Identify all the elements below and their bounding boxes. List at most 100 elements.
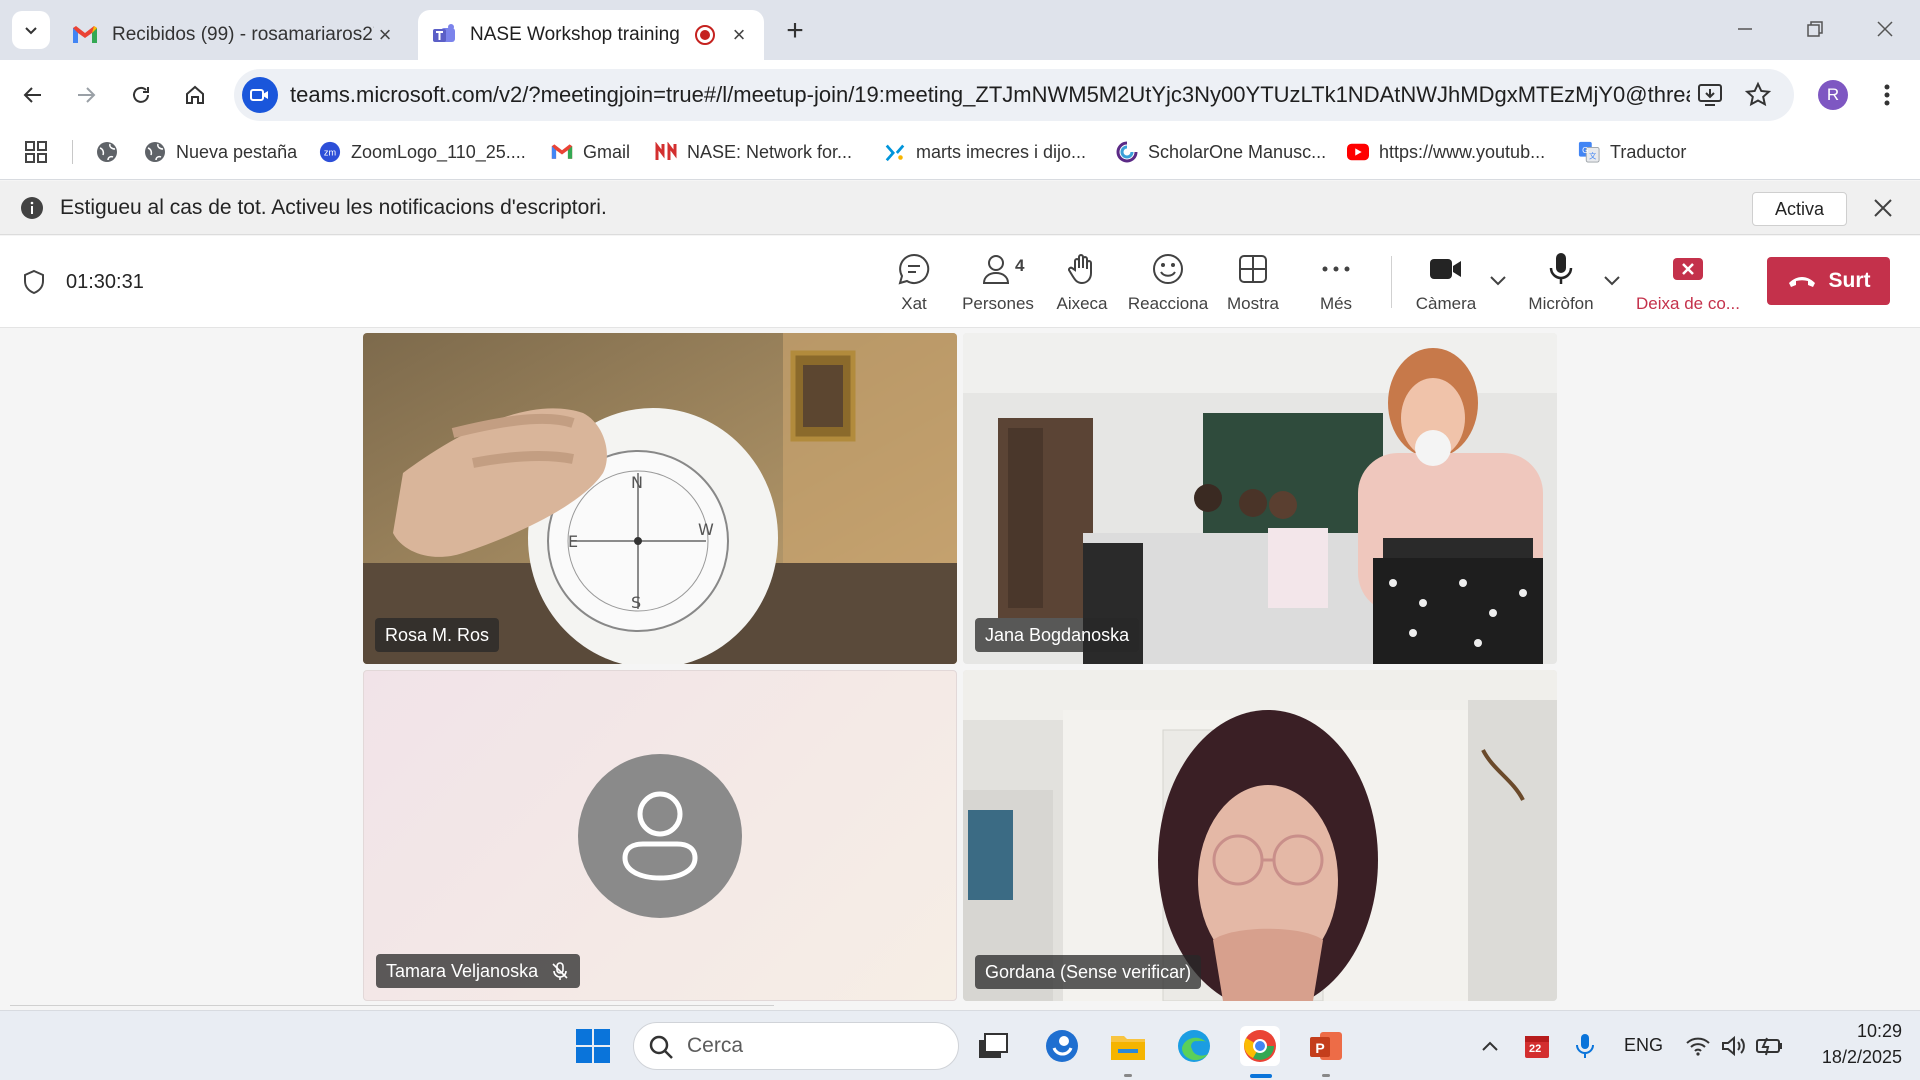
view-button[interactable]: Mostra: [1213, 252, 1293, 318]
clock-time[interactable]: 10:29: [1840, 1021, 1902, 1042]
forward-icon[interactable]: [69, 78, 103, 112]
video-feed-rosa: N S E W: [363, 333, 957, 664]
bookmark-new-tab[interactable]: Nueva pestaña: [144, 130, 297, 174]
shield-icon[interactable]: [22, 269, 46, 295]
windows-taskbar: Cerca P 22 ENG 10:29 18/2/2025: [0, 1010, 1920, 1080]
react-button[interactable]: Reacciona: [1128, 252, 1208, 318]
apps-grid-icon[interactable]: [24, 130, 48, 174]
tab-title: Recibidos (99) - rosamariaros27: [112, 24, 374, 45]
chat-button[interactable]: Xat: [874, 252, 954, 318]
close-notification-icon[interactable]: [1870, 195, 1896, 221]
camera-button[interactable]: Càmera: [1406, 252, 1486, 318]
tab-title: NASE Workshop training | M: [470, 24, 682, 45]
leave-button[interactable]: Surt: [1767, 257, 1890, 305]
chrome-icon[interactable]: [1240, 1026, 1280, 1066]
bookmark-label: NASE: Network for...: [687, 141, 853, 162]
home-icon[interactable]: [178, 78, 212, 112]
chevron-up-icon[interactable]: [1470, 1026, 1510, 1066]
meeting-timer: 01:30:31: [66, 271, 144, 293]
powerpoint-icon[interactable]: P: [1306, 1026, 1346, 1066]
browser-toolbar: teams.microsoft.com/v2/?meetingjoin=true…: [0, 60, 1920, 130]
camera-options-chevron-icon[interactable]: [1489, 274, 1507, 286]
participant-tile-jana[interactable]: Jana Bogdanoska: [963, 333, 1557, 664]
calendar-badge: 22: [1529, 1043, 1542, 1055]
info-icon: [20, 196, 44, 220]
video-camera-icon: [1429, 252, 1463, 286]
camera-label: Càmera: [1415, 294, 1477, 313]
microphone-button[interactable]: Micròfon: [1521, 252, 1601, 318]
taskbar-search[interactable]: Cerca: [633, 1022, 959, 1070]
bookmark-label: Traductor: [1610, 141, 1687, 162]
nase-icon: [655, 141, 677, 163]
edge-icon[interactable]: [1174, 1026, 1214, 1066]
language-indicator[interactable]: ENG: [1624, 1035, 1663, 1056]
people-button[interactable]: 4 Persones: [958, 252, 1038, 318]
bookmark-traductor[interactable]: G文 Traductor: [1578, 130, 1686, 174]
file-explorer-icon[interactable]: [1108, 1026, 1148, 1066]
gmail-icon: [551, 141, 573, 163]
back-icon[interactable]: [16, 78, 50, 112]
tab-gmail[interactable]: Recibidos (99) - rosamariaros27 ×: [58, 10, 410, 60]
notification-text: Estigueu al cas de tot. Activeu les noti…: [60, 196, 607, 219]
calendar-app-icon[interactable]: 22: [1517, 1026, 1557, 1066]
more-button[interactable]: Més: [1296, 252, 1376, 318]
bookmark-zoomlogo[interactable]: zm ZoomLogo_110_25....: [319, 130, 526, 174]
address-bar[interactable]: teams.microsoft.com/v2/?meetingjoin=true…: [234, 69, 1794, 121]
teams-taskbar-icon[interactable]: [1042, 1026, 1082, 1066]
participant-name: Rosa M. Ros: [375, 618, 500, 652]
bookmark-label: marts imecres i dijo...: [916, 141, 1087, 162]
tab-search-button[interactable]: [12, 11, 50, 49]
video-feed-jana: [963, 333, 1557, 664]
view-label: Mostra: [1227, 294, 1279, 313]
participant-tile-rosa[interactable]: N S E W Rosa M. Ros: [363, 333, 957, 664]
new-tab-button[interactable]: +: [778, 14, 812, 48]
battery-icon[interactable]: [1750, 1026, 1790, 1066]
volume-icon[interactable]: [1714, 1026, 1754, 1066]
bookmark-label: Nueva pestaña: [176, 141, 298, 162]
windows-start-icon[interactable]: [573, 1026, 613, 1066]
close-window-icon[interactable]: [1870, 14, 1900, 44]
chat-icon: [897, 252, 931, 286]
task-view-icon[interactable]: [973, 1026, 1013, 1066]
bookmark-star-icon[interactable]: [1744, 81, 1772, 109]
svg-text:W: W: [698, 520, 714, 539]
gmail-icon: [72, 25, 98, 45]
participant-tile-tamara[interactable]: Tamara Veljanoska: [363, 670, 957, 1001]
activate-notifications-button[interactable]: Activa: [1752, 192, 1847, 226]
tab-teams-meeting[interactable]: NASE Workshop training | M ×: [418, 10, 764, 60]
restore-icon[interactable]: [1800, 14, 1830, 44]
people-icon: 4: [981, 252, 1024, 286]
clock-date[interactable]: 18/2/2025: [1800, 1047, 1902, 1068]
bookmarks-divider: [72, 140, 73, 164]
mic-options-chevron-icon[interactable]: [1603, 274, 1621, 286]
svg-text:E: E: [568, 532, 578, 551]
raise-hand-button[interactable]: Aixeca: [1042, 252, 1122, 318]
participant-name: Gordana (Sense verificar): [975, 955, 1202, 989]
install-app-icon[interactable]: [1696, 81, 1724, 109]
close-tab-icon[interactable]: ×: [728, 22, 750, 47]
more-menu-icon[interactable]: [1872, 80, 1902, 110]
toolbar-divider: [1391, 256, 1392, 308]
microphone-tray-icon[interactable]: [1565, 1026, 1605, 1066]
reload-icon[interactable]: [124, 78, 158, 112]
bookmark-label: https://www.youtub...: [1379, 141, 1546, 162]
bookmark-marts[interactable]: marts imecres i dijo...: [884, 130, 1086, 174]
microphone-icon: [1548, 252, 1574, 286]
close-tab-icon[interactable]: ×: [374, 22, 396, 47]
stop-sharing-button[interactable]: Deixa de co...: [1632, 252, 1744, 318]
profile-avatar[interactable]: R: [1818, 80, 1848, 110]
bookmark-gmail[interactable]: Gmail: [551, 130, 630, 174]
mic-label: Micròfon: [1528, 294, 1594, 313]
participant-name: Jana Bogdanoska: [975, 618, 1140, 652]
svg-text:zm: zm: [324, 148, 337, 158]
globe-bookmark[interactable]: [96, 130, 128, 174]
bookmark-scholarone[interactable]: ScholarOne Manusc...: [1116, 130, 1326, 174]
minimize-icon[interactable]: [1730, 14, 1760, 44]
participant-tile-gordana[interactable]: Gordana (Sense verificar): [963, 670, 1557, 1001]
bookmark-nase[interactable]: NASE: Network for...: [655, 130, 852, 174]
translate-icon: G文: [1578, 141, 1600, 163]
bookmark-youtube[interactable]: https://www.youtub...: [1347, 130, 1545, 174]
people-label: Persones: [962, 294, 1034, 313]
wifi-icon[interactable]: [1678, 1026, 1718, 1066]
site-camera-icon[interactable]: [242, 77, 278, 113]
